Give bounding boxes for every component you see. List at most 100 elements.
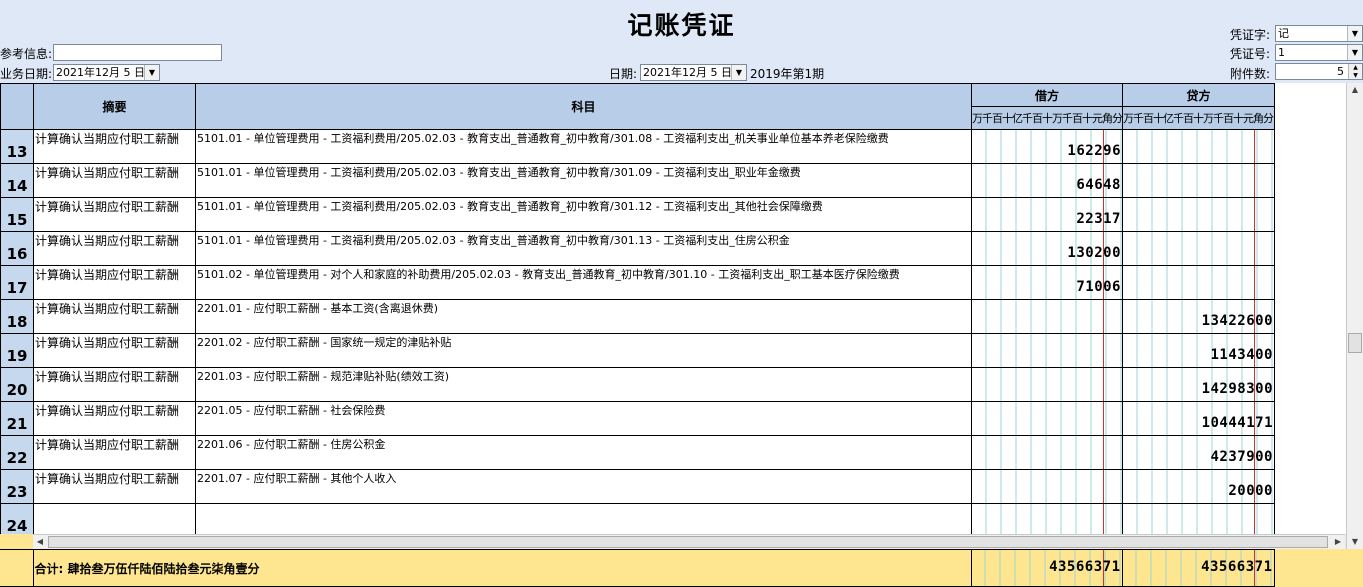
subject-cell[interactable]: 2201.03 - 应付职工薪酬 - 规范津贴补贴(绩效工资) [195, 367, 972, 402]
scroll-up-icon[interactable]: ▲ [1348, 83, 1362, 97]
summary-cell[interactable]: 计算确认当期应付职工薪酬 [33, 231, 196, 266]
credit-amount-cell[interactable] [1122, 129, 1275, 164]
subject-cell[interactable]: 5101.01 - 单位管理费用 - 工资福利费用/205.02.03 - 教育… [195, 197, 972, 232]
credit-amount-cell[interactable]: 20000 [1122, 469, 1275, 504]
row-number: 14 [0, 163, 34, 198]
credit-amount-cell[interactable]: 4237900 [1122, 435, 1275, 470]
scroll-right-icon[interactable]: ▶ [1331, 535, 1345, 549]
spin-up-icon[interactable]: ▲ [1348, 64, 1362, 72]
row-number: 24 [0, 503, 34, 534]
scroll-left-icon[interactable]: ◀ [33, 535, 47, 549]
summary-cell[interactable] [33, 503, 196, 534]
debit-amount-cell[interactable] [971, 299, 1123, 334]
table-row[interactable]: 14 计算确认当期应付职工薪酬 5101.01 - 单位管理费用 - 工资福利费用/… [0, 163, 1275, 198]
debit-amount-cell[interactable]: 130200 [971, 231, 1123, 266]
horizontal-scrollbar[interactable]: ◀ ▶ [33, 534, 1345, 549]
credit-amount-cell[interactable]: 14298300 [1122, 367, 1275, 402]
row-number: 23 [0, 469, 34, 504]
credit-amount-cell[interactable]: 1143400 [1122, 333, 1275, 368]
table-row[interactable]: 17 计算确认当期应付职工薪酬 5101.02 - 单位管理费用 - 对个人和家庭的… [0, 265, 1275, 300]
digit-unit-label: 百 [1223, 112, 1234, 125]
debit-amount-cell[interactable]: 71006 [971, 265, 1123, 300]
table-row[interactable]: 13 计算确认当期应付职工薪酬 5101.01 - 单位管理费用 - 工资福利费用/… [0, 129, 1275, 164]
summary-cell[interactable]: 计算确认当期应付职工薪酬 [33, 401, 196, 436]
debit-amount-cell[interactable] [971, 401, 1123, 436]
subject-cell[interactable]: 5101.01 - 单位管理费用 - 工资福利费用/205.02.03 - 教育… [195, 231, 972, 266]
chevron-down-icon[interactable]: ▼ [144, 65, 159, 80]
table-row[interactable]: 24 [0, 503, 1275, 534]
summary-cell[interactable]: 计算确认当期应付职工薪酬 [33, 129, 196, 164]
subject-cell[interactable] [195, 503, 972, 534]
subject-cell[interactable]: 2201.07 - 应付职工薪酬 - 其他个人收入 [195, 469, 972, 504]
debit-amount-cell[interactable]: 162296 [971, 129, 1123, 164]
debit-total-cell: 43566371 [970, 549, 1123, 587]
debit-amount-cell[interactable] [971, 333, 1123, 368]
credit-amount-cell[interactable]: 13422600 [1122, 299, 1275, 334]
vertical-scrollbar[interactable]: ▲ ▼ [1346, 83, 1363, 549]
voucher-no-select[interactable]: 1 ▼ [1275, 44, 1363, 61]
summary-cell[interactable]: 计算确认当期应付职工薪酬 [33, 299, 196, 334]
digit-unit-label: 万 [972, 112, 984, 125]
summary-cell[interactable]: 计算确认当期应付职工薪酬 [33, 197, 196, 232]
credit-amount-cell[interactable] [1122, 265, 1275, 300]
spin-down-icon[interactable]: ▼ [1348, 72, 1362, 79]
debit-amount-cell[interactable] [971, 503, 1123, 534]
chevron-down-icon[interactable]: ▼ [1347, 26, 1362, 41]
subject-cell[interactable]: 5101.01 - 单位管理费用 - 工资福利费用/205.02.03 - 教育… [195, 163, 972, 198]
credit-amount-cell[interactable] [1122, 503, 1275, 534]
summary-cell[interactable]: 计算确认当期应付职工薪酬 [33, 333, 196, 368]
attachments-spinner[interactable]: 5 ▲ ▼ [1275, 63, 1363, 80]
subject-cell[interactable]: 5101.01 - 单位管理费用 - 工资福利费用/205.02.03 - 教育… [195, 129, 972, 164]
credit-amount-cell[interactable] [1122, 231, 1275, 266]
digit-unit-label: 百 [1032, 112, 1043, 125]
digit-unit-label: 十 [1233, 112, 1244, 125]
debit-amount-cell[interactable] [971, 435, 1123, 470]
table-row[interactable]: 22 计算确认当期应付职工薪酬 2201.06 - 应付职工薪酬 - 住房公积金 42… [0, 435, 1275, 470]
digit-unit-label: 百 [1183, 112, 1194, 125]
totals-text: 合计: 肆拾叁万伍仟陆佰陆拾叁元柒角壹分 [32, 549, 972, 587]
debit-amount-cell[interactable] [971, 469, 1123, 504]
credit-total: 43566371 [1201, 559, 1273, 575]
vertical-scroll-thumb[interactable] [1348, 333, 1362, 353]
summary-cell[interactable]: 计算确认当期应付职工薪酬 [33, 367, 196, 402]
date-picker[interactable]: 2021年12月 5 日 ▼ [640, 64, 747, 81]
bizdate-picker[interactable]: 2021年12月 5 日 ▼ [53, 64, 160, 81]
credit-amount-cell[interactable] [1122, 163, 1275, 198]
debit-amount-cell[interactable] [971, 367, 1123, 402]
summary-cell[interactable]: 计算确认当期应付职工薪酬 [33, 163, 196, 198]
credit-amount: 14298300 [1201, 381, 1273, 397]
credit-amount-cell[interactable]: 10444171 [1122, 401, 1275, 436]
table-row[interactable]: 21 计算确认当期应付职工薪酬 2201.05 - 应付职工薪酬 - 社会保险费 10… [0, 401, 1275, 436]
digit-unit-label: 十 [1082, 112, 1093, 125]
table-row[interactable]: 18 计算确认当期应付职工薪酬 2201.01 - 应付职工薪酬 - 基本工资(含离… [0, 299, 1275, 334]
credit-amount-cell[interactable] [1122, 197, 1275, 232]
chevron-down-icon[interactable]: ▼ [1347, 45, 1362, 60]
voucher-type-label: 凭证字: [1230, 28, 1271, 42]
subject-cell[interactable]: 2201.05 - 应付职工薪酬 - 社会保险费 [195, 401, 972, 436]
debit-digit-units: 万千百十亿千百十万千百十元角分 [971, 106, 1123, 130]
subject-cell[interactable]: 5101.02 - 单位管理费用 - 对个人和家庭的补助费用/205.02.03… [195, 265, 972, 300]
horizontal-scroll-thumb[interactable] [48, 536, 1328, 548]
row-number: 20 [0, 367, 34, 402]
subject-cell[interactable]: 2201.06 - 应付职工薪酬 - 住房公积金 [195, 435, 972, 470]
summary-header: 摘要 [33, 83, 196, 130]
table-row[interactable]: 19 计算确认当期应付职工薪酬 2201.02 - 应付职工薪酬 - 国家统一规定的… [0, 333, 1275, 368]
voucher-type-select[interactable]: 记 ▼ [1275, 25, 1363, 42]
subject-cell[interactable]: 2201.02 - 应付职工薪酬 - 国家统一规定的津贴补贴 [195, 333, 972, 368]
table-row[interactable]: 15 计算确认当期应付职工薪酬 5101.01 - 单位管理费用 - 工资福利费用/… [0, 197, 1275, 232]
ref-info-input[interactable] [53, 44, 222, 61]
debit-amount-cell[interactable]: 64648 [971, 163, 1123, 198]
summary-cell[interactable]: 计算确认当期应付职工薪酬 [33, 435, 196, 470]
debit-amount-cell[interactable]: 22317 [971, 197, 1123, 232]
summary-cell[interactable]: 计算确认当期应付职工薪酬 [33, 469, 196, 504]
table-row[interactable]: 16 计算确认当期应付职工薪酬 5101.01 - 单位管理费用 - 工资福利费用/… [0, 231, 1275, 266]
summary-cell[interactable]: 计算确认当期应付职工薪酬 [33, 265, 196, 300]
table-row[interactable]: 23 计算确认当期应付职工薪酬 2201.07 - 应付职工薪酬 - 其他个人收入 2… [0, 469, 1275, 504]
digit-unit-label: 千 [982, 112, 993, 125]
totals-corner [0, 549, 34, 587]
subject-cell[interactable]: 2201.01 - 应付职工薪酬 - 基本工资(含离退休费) [195, 299, 972, 334]
table-row[interactable]: 20 计算确认当期应付职工薪酬 2201.03 - 应付职工薪酬 - 规范津贴补贴(… [0, 367, 1275, 402]
scroll-down-icon[interactable]: ▼ [1348, 535, 1362, 549]
grid-corner-strip [0, 534, 33, 549]
chevron-down-icon[interactable]: ▼ [731, 65, 746, 80]
